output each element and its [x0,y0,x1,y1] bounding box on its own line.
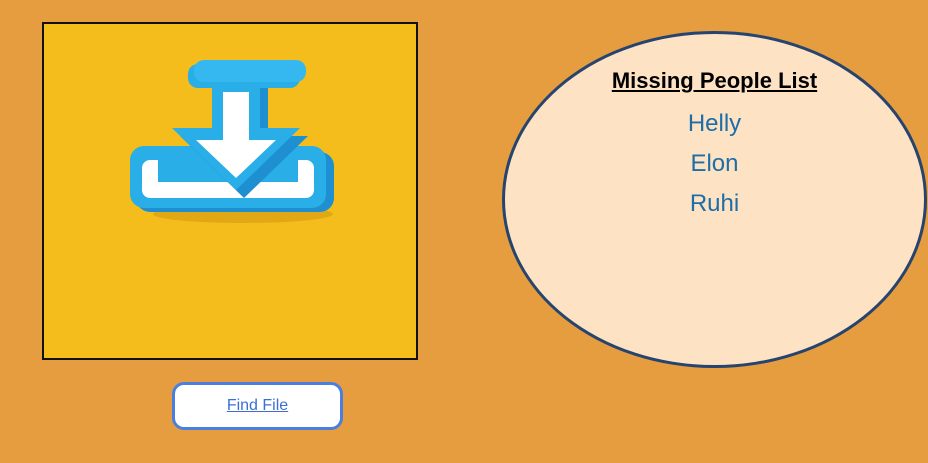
missing-people-panel: Missing People List Helly Elon Ruhi [502,31,927,368]
download-tray-icon [130,60,334,223]
missing-people-list: Helly Elon Ruhi [505,104,924,224]
upload-drop-zone[interactable] [42,22,418,360]
missing-people-title: Missing People List [611,68,818,93]
find-file-link[interactable]: Find File [227,397,288,415]
list-item: Helly [687,110,742,137]
find-file-button[interactable]: Find File [172,382,343,430]
list-item: Ruhi [689,190,740,217]
list-item: Elon [690,150,739,177]
